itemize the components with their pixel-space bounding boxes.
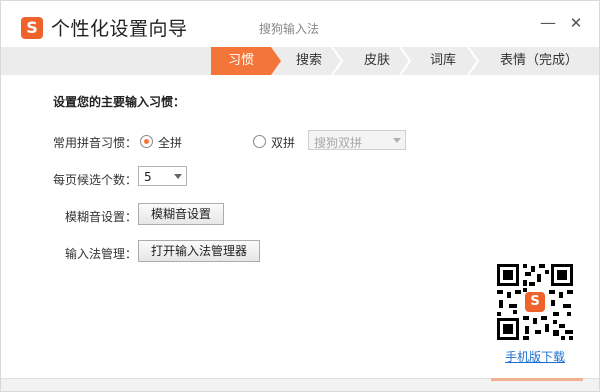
fuzzy-sound-label: 模糊音设置： xyxy=(65,210,138,224)
mobile-download-link[interactable]: 手机版下载 xyxy=(505,348,565,365)
full-pinyin-radio[interactable] xyxy=(140,135,153,148)
ime-manager-label: 输入法管理： xyxy=(65,247,138,261)
step-habits[interactable]: 习惯 xyxy=(211,47,271,75)
double-pinyin-scheme-value: 搜狗双拼 xyxy=(314,136,363,150)
section-heading: 设置您的主要输入习惯： xyxy=(53,95,186,109)
close-button[interactable]: ✕ xyxy=(566,13,586,33)
qr-code: S xyxy=(497,264,573,340)
step-dictionary[interactable]: 词库 xyxy=(413,47,473,75)
candidates-per-page-label: 每页候选个数： xyxy=(53,173,138,187)
chevron-down-icon xyxy=(174,174,182,179)
double-pinyin-radio[interactable] xyxy=(253,135,266,148)
title-bar: S 个性化设置向导 搜狗输入法 — ✕ xyxy=(1,1,599,45)
candidates-per-page-value: 5 xyxy=(144,170,152,184)
bottom-accent-strip xyxy=(491,378,583,381)
open-ime-manager-button[interactable]: 打开输入法管理器 xyxy=(138,240,260,262)
window-title: 个性化设置向导 xyxy=(51,18,188,40)
candidates-per-page-select[interactable]: 5 xyxy=(138,166,187,186)
wizard-window: S 个性化设置向导 搜狗输入法 — ✕ 习惯 搜索 皮肤 词库 表情（完成） 设… xyxy=(0,0,600,392)
double-pinyin-scheme-select[interactable]: 搜狗双拼 xyxy=(308,130,406,150)
qr-sogou-logo-icon: S xyxy=(525,292,545,312)
step-search[interactable]: 搜索 xyxy=(283,47,335,75)
step-emoji-finish[interactable]: 表情（完成） xyxy=(483,47,595,75)
step-arrow-icon xyxy=(271,47,281,75)
step-bar: 习惯 搜索 皮肤 词库 表情（完成） xyxy=(1,47,599,75)
pinyin-habit-label: 常用拼音习惯： xyxy=(53,136,138,150)
step-skin[interactable]: 皮肤 xyxy=(347,47,407,75)
app-subtitle: 搜狗输入法 xyxy=(259,22,320,36)
minimize-button[interactable]: — xyxy=(538,13,558,33)
chevron-down-icon xyxy=(393,138,401,143)
sogou-logo-icon: S xyxy=(21,17,43,39)
double-pinyin-label[interactable]: 双拼 xyxy=(271,134,295,151)
fuzzy-sound-settings-button[interactable]: 模糊音设置 xyxy=(138,203,224,225)
full-pinyin-label[interactable]: 全拼 xyxy=(158,134,182,151)
